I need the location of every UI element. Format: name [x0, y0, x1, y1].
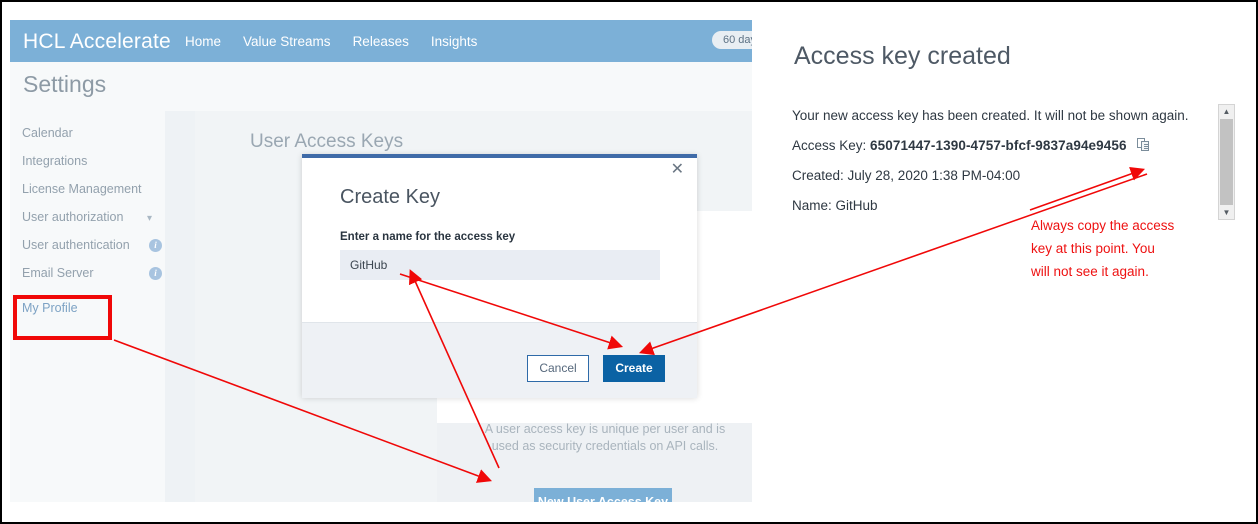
copy-icon-front-sheet: [1141, 141, 1150, 151]
sidebar-item-label: User authorization: [22, 210, 124, 224]
sidebar-item-label: Email Server: [22, 266, 94, 280]
access-key-value: 65071447-1390-4757-bfcf-9837a94e9456: [870, 138, 1127, 153]
top-navigation-bar: HCL Accelerate Home Value Streams Releases…: [10, 20, 752, 62]
dialog-footer: Cancel Create: [302, 322, 697, 398]
nav-item-value-streams[interactable]: Value Streams: [243, 34, 331, 49]
access-key-label: Access Key:: [792, 138, 867, 153]
trial-days-badge: 60 days: [712, 31, 752, 49]
sidebar-item-license-management[interactable]: License Management: [22, 182, 165, 202]
sidebar-item-email-server[interactable]: Email Server i: [22, 266, 165, 286]
annotation-note: Always copy the access key at this point…: [1031, 214, 1231, 283]
scroll-up-arrow-icon[interactable]: ▲: [1219, 105, 1234, 118]
copy-icon[interactable]: [1137, 138, 1150, 152]
new-user-access-key-button[interactable]: New User Access Key: [534, 488, 672, 502]
sidebar-item-user-authentication[interactable]: User authentication i: [22, 238, 165, 258]
detail-description: Your new access key has been created. It…: [792, 108, 1189, 123]
sidebar-item-label: Calendar: [22, 126, 73, 140]
settings-header-bar: Settings: [10, 62, 752, 112]
sidebar-item-user-authorization[interactable]: User authorization ▾: [22, 210, 165, 230]
access-key-help-text: A user access key is unique per user and…: [440, 421, 752, 455]
help-text-line-1: A user access key is unique per user and…: [484, 422, 726, 436]
chevron-down-icon[interactable]: ▾: [147, 213, 152, 224]
create-key-dialog: ✕ Create Key Enter a name for the access…: [302, 154, 697, 398]
annotation-line-3: will not see it again.: [1031, 264, 1149, 279]
application-window: HCL Accelerate Home Value Streams Releases…: [10, 20, 752, 502]
sidebar-item-integrations[interactable]: Integrations: [22, 154, 165, 174]
annotation-line-1: Always copy the access: [1031, 218, 1175, 233]
screenshot-page: HCL Accelerate Home Value Streams Releases…: [0, 0, 1258, 524]
close-icon[interactable]: ✕: [671, 162, 684, 178]
info-icon[interactable]: i: [149, 267, 162, 280]
access-key-row: Access Key: 65071447-1390-4757-bfcf-9837…: [792, 138, 1242, 153]
access-key-name-label: Enter a name for the access key: [340, 231, 516, 243]
help-text-line-2: used as security credentials on API call…: [491, 439, 719, 453]
info-icon[interactable]: i: [149, 239, 162, 252]
app-brand-title: HCL Accelerate: [23, 30, 171, 53]
dialog-title: Create Key: [340, 186, 441, 208]
annotation-highlight-box-my-profile: [13, 295, 112, 340]
section-title: User Access Keys: [250, 131, 404, 152]
dialog-accent-bar: [302, 154, 697, 158]
cancel-button[interactable]: Cancel: [527, 355, 589, 382]
detail-title: Access key created: [794, 42, 1011, 70]
sidebar-item-label: User authentication: [22, 238, 130, 252]
access-key-name-input[interactable]: [340, 250, 660, 280]
sidebar-item-calendar[interactable]: Calendar: [22, 126, 165, 146]
nav-item-insights[interactable]: Insights: [431, 34, 478, 49]
nav-item-home[interactable]: Home: [185, 34, 221, 49]
key-name: Name: GitHub: [792, 198, 878, 213]
created-timestamp: Created: July 28, 2020 1:38 PM-04:00: [792, 168, 1021, 183]
scrollbar-thumb[interactable]: [1220, 119, 1233, 205]
sidebar-item-label: License Management: [22, 182, 142, 196]
nav-item-releases[interactable]: Releases: [353, 34, 409, 49]
page-title: Settings: [23, 71, 107, 97]
annotation-line-2: key at this point. You: [1031, 241, 1155, 256]
nav-links: Home Value Streams Releases Insights: [185, 34, 499, 49]
sidebar-item-label: Integrations: [22, 154, 88, 168]
detail-scrollbar[interactable]: ▲ ▼: [1218, 104, 1235, 220]
create-button[interactable]: Create: [603, 355, 665, 382]
